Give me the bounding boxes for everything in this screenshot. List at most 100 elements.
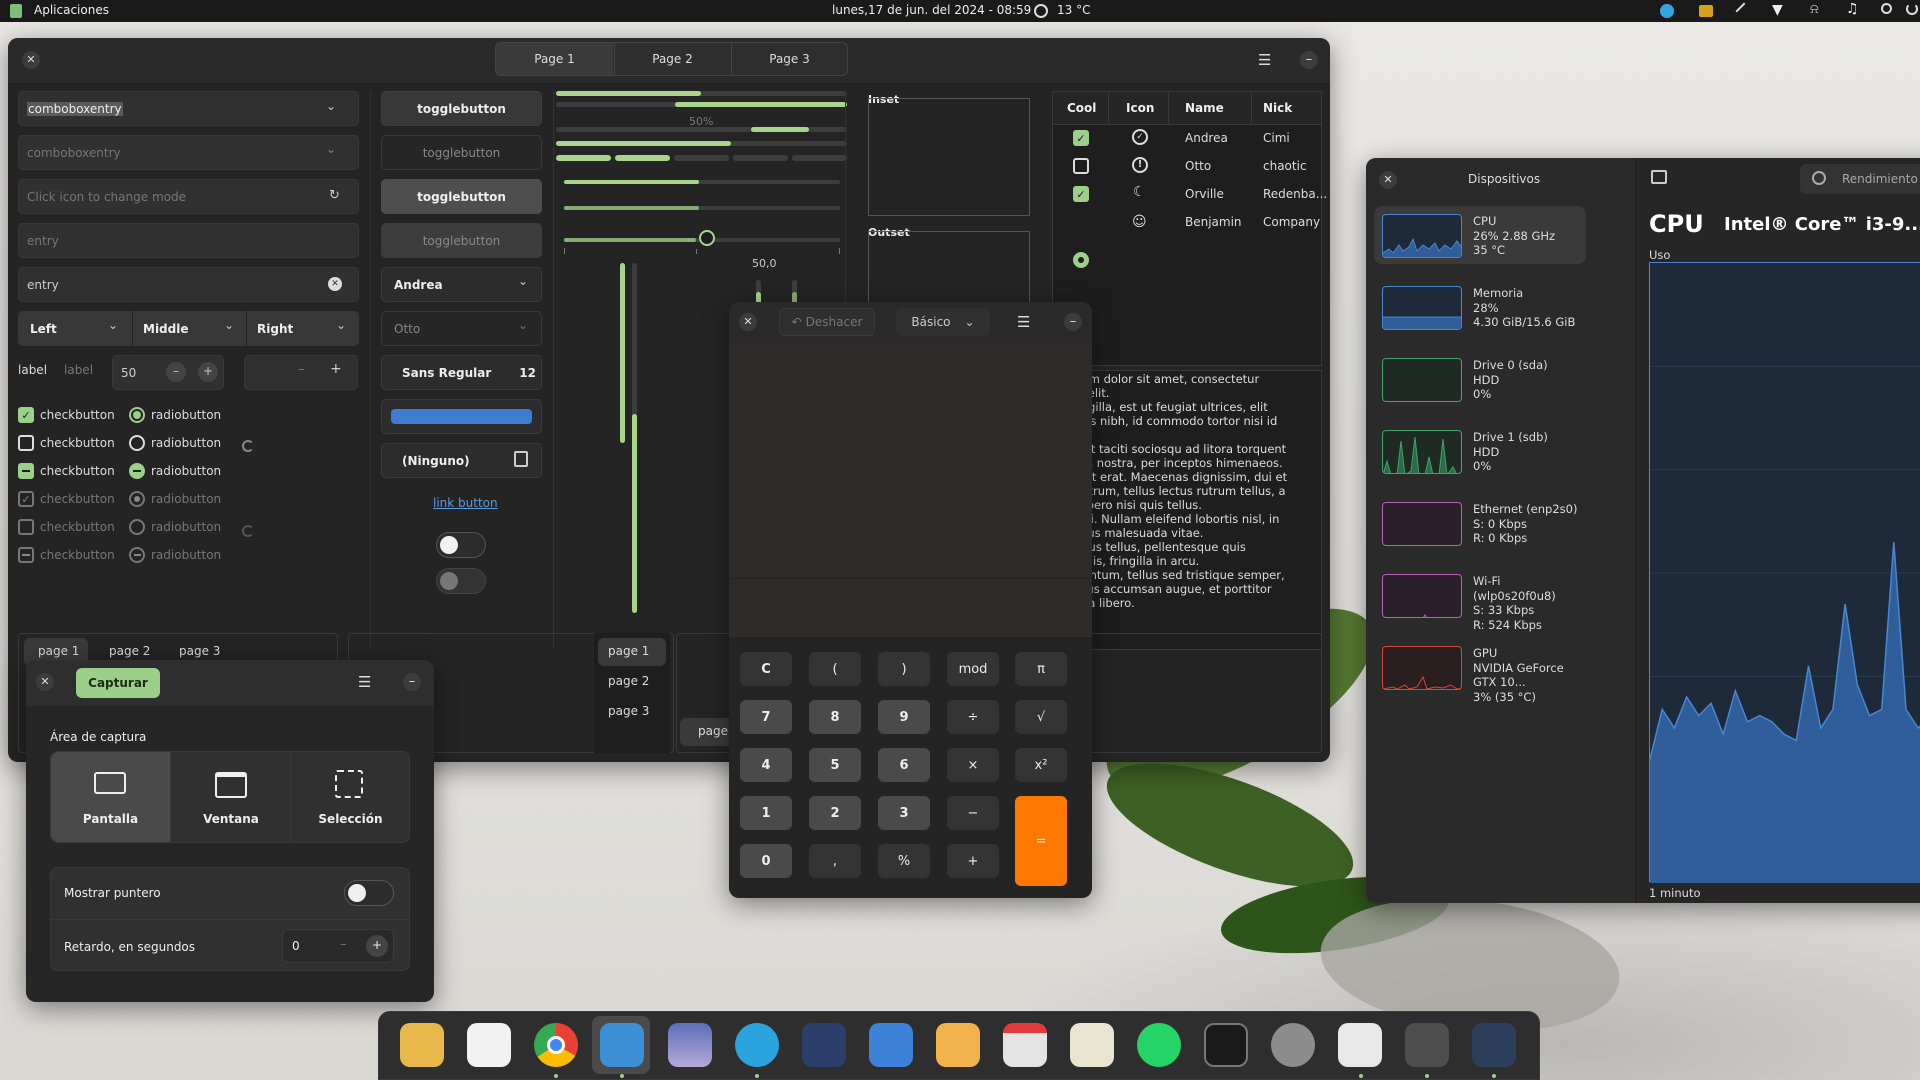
device-ethernet[interactable]: Ethernet (enp2s0) S: 0 Kbps R: 0 Kbps bbox=[1374, 494, 1586, 552]
software-icon[interactable] bbox=[467, 1023, 511, 1067]
key-7[interactable]: 7 bbox=[740, 700, 792, 734]
tree-checkbox-unchecked[interactable] bbox=[1073, 158, 1089, 174]
toggle-button-1[interactable]: togglebutton bbox=[381, 91, 542, 126]
tree-cell-nick[interactable]: chaotic bbox=[1263, 159, 1307, 173]
col-header-icon[interactable]: Icon bbox=[1126, 101, 1154, 115]
key-9[interactable]: 9 bbox=[878, 700, 930, 734]
apps-menu[interactable]: Aplicaciones bbox=[34, 3, 109, 17]
telegram-icon[interactable] bbox=[735, 1023, 779, 1067]
tree-checkbox-checked[interactable]: ✓ bbox=[1073, 130, 1089, 146]
increment-icon[interactable]: + bbox=[366, 935, 388, 957]
radio-selected[interactable] bbox=[129, 407, 145, 423]
key-percent[interactable]: % bbox=[878, 844, 930, 878]
col-header-cool[interactable]: Cool bbox=[1067, 101, 1096, 115]
key-equals[interactable]: = bbox=[1015, 796, 1067, 886]
entry-clear-field[interactable]: entry bbox=[18, 267, 359, 302]
image-viewer-icon[interactable] bbox=[668, 1023, 712, 1067]
tree-cell-name[interactable]: Otto bbox=[1185, 159, 1211, 173]
contacts-icon[interactable] bbox=[869, 1023, 913, 1067]
decrement-icon[interactable]: – bbox=[166, 362, 186, 382]
nb-vtab-page-2[interactable]: page 2 bbox=[608, 674, 649, 688]
key-3[interactable]: 3 bbox=[878, 796, 930, 830]
files-icon[interactable] bbox=[400, 1023, 444, 1067]
settings-icon[interactable] bbox=[1271, 1023, 1315, 1067]
key-subtract[interactable]: − bbox=[947, 796, 999, 830]
mode-screen[interactable]: Pantalla bbox=[51, 752, 170, 842]
chevron-down-icon[interactable]: ⌄ bbox=[326, 99, 336, 113]
clear-icon[interactable]: ✕ bbox=[328, 277, 342, 291]
toggle-button-active[interactable]: togglebutton bbox=[381, 179, 542, 214]
nb-tab-page-1[interactable]: page 1 bbox=[38, 644, 79, 658]
key-8[interactable]: 8 bbox=[809, 700, 861, 734]
tree-checkbox-checked[interactable]: ✓ bbox=[1073, 186, 1089, 202]
combo-entry-text[interactable]: comboboxentry bbox=[27, 101, 123, 116]
user-icon[interactable] bbox=[1881, 3, 1892, 14]
toggle-button-2[interactable]: togglebutton bbox=[381, 135, 542, 170]
col-header-nick[interactable]: Nick bbox=[1263, 101, 1292, 115]
key-clear[interactable]: C bbox=[740, 652, 792, 686]
col-header-name[interactable]: Name bbox=[1185, 101, 1224, 115]
increment-icon[interactable]: + bbox=[198, 362, 218, 382]
mode-window[interactable]: Ventana bbox=[170, 752, 290, 842]
music-icon[interactable]: ♫ bbox=[1846, 1, 1859, 17]
key-4[interactable]: 4 bbox=[740, 748, 792, 782]
checkbox-checked[interactable]: ✓ bbox=[18, 407, 34, 423]
tree-cell-nick[interactable]: Company bbox=[1263, 215, 1320, 229]
device-wifi[interactable]: Wi-Fi (wlp0s20f0u8) S: 33 Kbps R: 524 Kbps bbox=[1374, 566, 1586, 632]
video-icon[interactable] bbox=[802, 1023, 846, 1067]
decrement-icon[interactable]: – bbox=[298, 362, 305, 377]
radio-unselected[interactable] bbox=[129, 435, 145, 451]
scale-slider-handle[interactable] bbox=[699, 230, 715, 246]
mode-selection[interactable]: Selección bbox=[290, 752, 409, 842]
font-button[interactable]: Sans Regular 12 bbox=[381, 355, 542, 390]
close-icon[interactable]: ✕ bbox=[22, 51, 40, 69]
nb-vtab-page-1[interactable]: page 1 bbox=[608, 644, 649, 658]
scale-1[interactable] bbox=[564, 180, 840, 184]
key-add[interactable]: + bbox=[947, 844, 999, 878]
tab-page-1[interactable]: Page 1 bbox=[496, 43, 613, 75]
clock[interactable]: lunes,17 de jun. del 2024 - 08:59 bbox=[832, 3, 1031, 17]
nb-vtab-page-3[interactable]: page 3 bbox=[608, 704, 649, 718]
delay-value[interactable]: 0 bbox=[292, 939, 300, 953]
capture-button[interactable]: Capturar bbox=[76, 668, 160, 698]
key-decimal[interactable]: , bbox=[809, 844, 861, 878]
wifi-icon[interactable]: ▼ bbox=[1772, 2, 1783, 18]
mail-icon[interactable] bbox=[936, 1023, 980, 1067]
key-6[interactable]: 6 bbox=[878, 748, 930, 782]
close-icon[interactable]: ✕ bbox=[36, 673, 54, 691]
color-picker-icon[interactable] bbox=[1735, 2, 1753, 20]
hamburger-menu-icon[interactable]: ☰ bbox=[1258, 51, 1271, 69]
spin-value[interactable]: 50 bbox=[121, 366, 136, 380]
power-icon[interactable] bbox=[1906, 3, 1918, 15]
close-icon[interactable]: ✕ bbox=[739, 313, 757, 331]
switch-off[interactable] bbox=[436, 532, 486, 558]
close-icon[interactable]: ✕ bbox=[1379, 171, 1397, 189]
mode-dropdown[interactable]: Básico ⌄ bbox=[896, 308, 990, 336]
minimize-icon[interactable]: – bbox=[1064, 313, 1082, 331]
battery-tray-icon[interactable] bbox=[1699, 5, 1713, 17]
apps-icon[interactable] bbox=[10, 4, 22, 18]
telegram-tray-icon[interactable] bbox=[1660, 4, 1674, 18]
tree-cell-name[interactable]: Andrea bbox=[1185, 131, 1228, 145]
show-pointer-switch[interactable] bbox=[344, 880, 394, 906]
chrome-icon[interactable] bbox=[534, 1023, 578, 1067]
combo-entry-2[interactable]: comboboxentry bbox=[18, 135, 359, 170]
checkbox-mixed[interactable] bbox=[18, 463, 34, 479]
device-gpu[interactable]: GPU NVIDIA GeForce GTX 10... 3% (35 °C) bbox=[1374, 638, 1586, 704]
device-cpu[interactable]: CPU 26% 2.88 GHz 35 °C bbox=[1374, 206, 1586, 264]
key-1[interactable]: 1 bbox=[740, 796, 792, 830]
key-square[interactable]: x² bbox=[1015, 748, 1067, 782]
text-editor-icon[interactable] bbox=[1070, 1023, 1114, 1067]
tree-radio[interactable] bbox=[1073, 252, 1089, 268]
tab-page-2[interactable]: Page 2 bbox=[614, 43, 730, 75]
key-close-paren[interactable]: ) bbox=[878, 652, 930, 686]
whatsapp-icon[interactable] bbox=[1137, 1023, 1181, 1067]
key-2[interactable]: 2 bbox=[809, 796, 861, 830]
nb-tab-page-3[interactable]: page 3 bbox=[179, 644, 220, 658]
nb-tab-page-2[interactable]: page 2 bbox=[109, 644, 150, 658]
tree-cell-name[interactable]: Orville bbox=[1185, 187, 1224, 201]
text-view-content[interactable]: n ipsum dolor sit amet, consectetur scin… bbox=[1054, 372, 1320, 648]
resources-icon[interactable] bbox=[1472, 1023, 1516, 1067]
device-drive-1[interactable]: Drive 1 (sdb) HDD 0% bbox=[1374, 422, 1586, 480]
key-open-paren[interactable]: ( bbox=[809, 652, 861, 686]
